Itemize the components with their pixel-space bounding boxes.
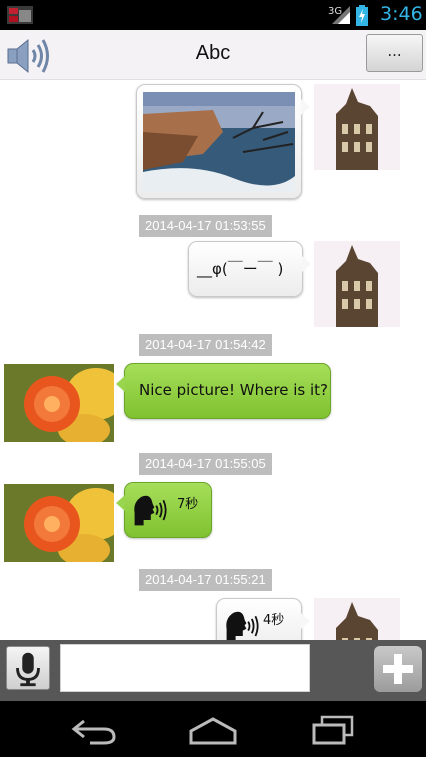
more-options-button[interactable] <box>374 646 422 692</box>
plus-icon <box>383 654 413 684</box>
voice-message-bubble[interactable]: 4秒 <box>216 598 310 640</box>
coast-photo <box>143 92 295 192</box>
flower-photo <box>4 364 114 442</box>
voice-duration: 4秒 <box>263 613 285 628</box>
message-text: __φ(￣ー￣ ) <box>197 260 284 278</box>
contact-avatar[interactable] <box>4 484 114 562</box>
notification-icon <box>7 6 33 24</box>
timestamp: 2014-04-17 01:53:55 <box>139 215 272 237</box>
more-button[interactable]: ... <box>366 34 423 72</box>
chat-title: Abc <box>195 42 231 64</box>
home-icon[interactable] <box>188 713 238 747</box>
image-message-bubble[interactable] <box>136 84 310 199</box>
text-message-bubble[interactable]: __φ(￣ー￣ ) <box>188 241 311 297</box>
flower-photo <box>4 484 114 562</box>
navigation-bar <box>0 701 426 757</box>
timestamp: 2014-04-17 01:54:42 <box>139 334 272 356</box>
text-message-bubble[interactable]: Nice picture! Where is it? <box>116 363 331 419</box>
voice-icon <box>226 611 259 640</box>
voice-icon <box>134 495 167 526</box>
contact-avatar[interactable] <box>4 364 114 442</box>
timestamp: 2014-04-17 01:55:21 <box>139 569 272 591</box>
my-avatar[interactable] <box>314 241 400 327</box>
building-photo <box>314 598 400 640</box>
clock: 3:46 <box>380 3 423 25</box>
building-photo <box>314 241 400 327</box>
voice-duration: 7秒 <box>177 497 199 512</box>
chat-list[interactable]: 2014-04-17 01:53:55 __φ(￣ー￣ ) 2014-04-17… <box>0 80 426 640</box>
message-input[interactable] <box>60 644 310 692</box>
timestamp: 2014-04-17 01:55:05 <box>139 453 272 475</box>
status-bar: 3G 3:46 <box>0 0 426 30</box>
back-icon[interactable] <box>70 713 120 747</box>
battery-charging-icon <box>356 5 368 26</box>
building-photo <box>314 84 400 170</box>
microphone-icon <box>16 652 40 687</box>
voice-input-button[interactable] <box>6 646 50 690</box>
recent-apps-icon[interactable] <box>308 713 358 747</box>
my-avatar[interactable] <box>314 598 400 640</box>
input-bar <box>0 640 426 701</box>
voice-message-bubble[interactable]: 7秒 <box>116 482 212 538</box>
my-avatar[interactable] <box>314 84 400 170</box>
signal-icon <box>332 6 350 24</box>
message-text: Nice picture! Where is it? <box>139 381 328 399</box>
title-bar: Abc ... <box>0 30 426 80</box>
